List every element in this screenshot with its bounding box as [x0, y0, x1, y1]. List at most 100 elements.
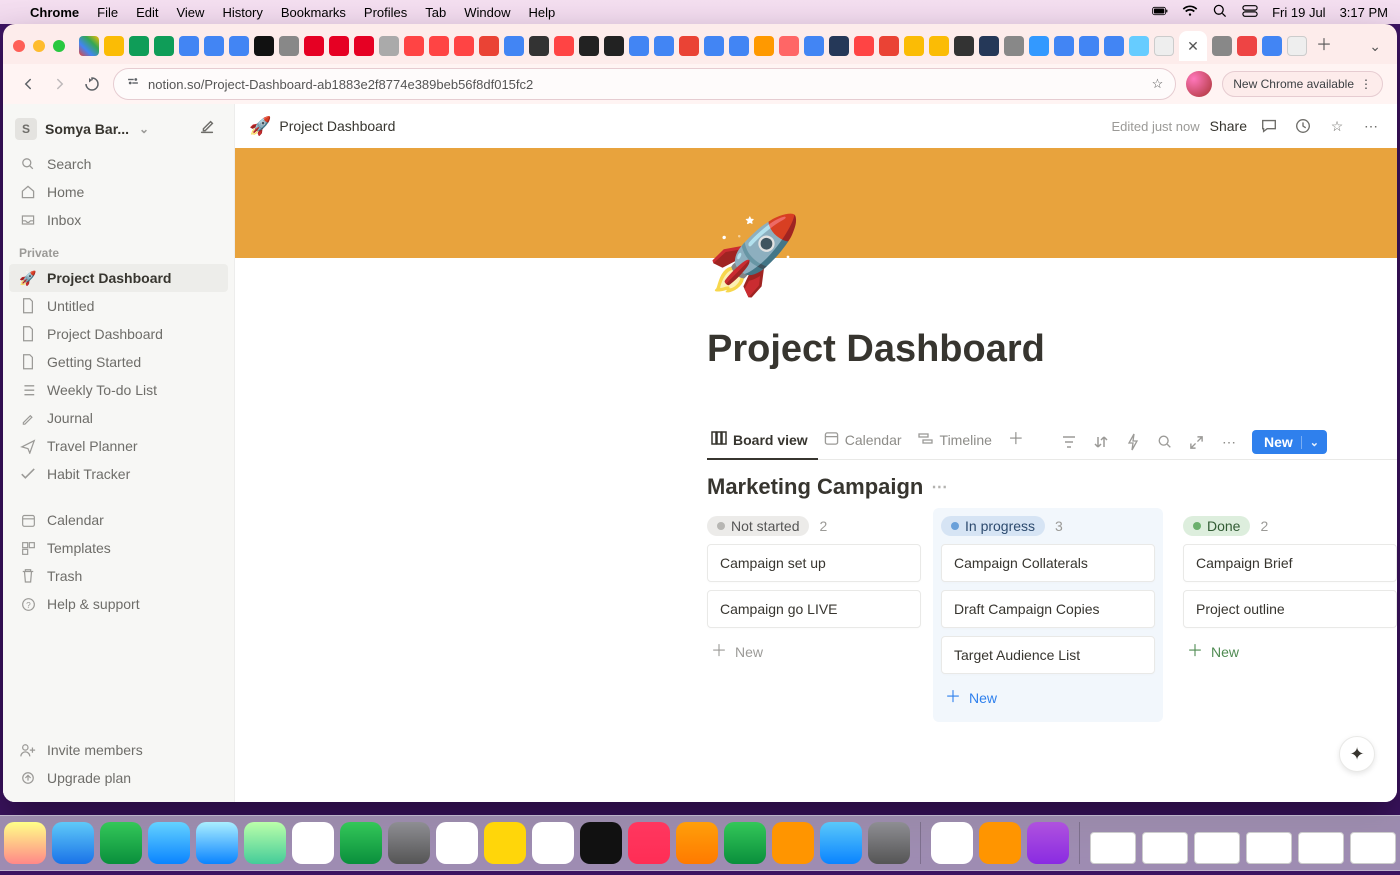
tab-favicon[interactable]: [104, 36, 124, 56]
tab-favicon[interactable]: [1212, 36, 1232, 56]
wifi-icon[interactable]: [1182, 3, 1198, 22]
chrome-update-button[interactable]: New Chrome available ⋮: [1222, 71, 1383, 97]
tab-favicon[interactable]: [429, 36, 449, 56]
db-view-board[interactable]: Board view: [707, 425, 818, 460]
tab-favicon[interactable]: [854, 36, 874, 56]
sidebar-home[interactable]: Home: [9, 178, 228, 206]
comments-icon[interactable]: [1257, 114, 1281, 138]
menu-profiles[interactable]: Profiles: [364, 5, 407, 20]
dock-app-maps[interactable]: [196, 822, 238, 864]
tab-favicon[interactable]: [379, 36, 399, 56]
tab-favicon[interactable]: [779, 36, 799, 56]
tab-favicon[interactable]: [979, 36, 999, 56]
sidebar-page-weekly-todo[interactable]: Weekly To-do List: [9, 376, 228, 404]
page-cover[interactable]: 🚀: [235, 148, 1397, 258]
dock-app-music[interactable]: [628, 822, 670, 864]
tab-favicon[interactable]: [479, 36, 499, 56]
window-minimize-button[interactable]: [33, 40, 45, 52]
sort-icon[interactable]: [1092, 433, 1110, 451]
column-add-new[interactable]: ＋New: [1183, 636, 1397, 668]
dock-app-mail[interactable]: [148, 822, 190, 864]
workspace-switcher[interactable]: S Somya Bar... ⌄: [15, 118, 149, 140]
status-pill-in-progress[interactable]: In progress: [941, 516, 1045, 536]
db-new-button[interactable]: New ⌄: [1252, 430, 1327, 454]
tab-favicon[interactable]: [1029, 36, 1049, 56]
menu-file[interactable]: File: [97, 5, 118, 20]
dock-app-chrome[interactable]: [931, 822, 973, 864]
sidebar-upgrade[interactable]: Upgrade plan: [9, 764, 228, 792]
database-title[interactable]: Marketing Campaign: [707, 474, 923, 500]
dock-minimized-window[interactable]: [1090, 832, 1136, 864]
dock-app-notes[interactable]: [484, 822, 526, 864]
dock-app-settings[interactable]: [868, 822, 910, 864]
page-emoji-icon[interactable]: 🚀: [707, 210, 802, 300]
control-center-icon[interactable]: [1242, 3, 1258, 22]
board-card[interactable]: Campaign Brief: [1183, 544, 1397, 582]
tab-favicon[interactable]: [879, 36, 899, 56]
share-button[interactable]: Share: [1210, 118, 1247, 134]
sidebar-templates[interactable]: Templates: [9, 534, 228, 562]
menu-tab[interactable]: Tab: [425, 5, 446, 20]
tab-favicon[interactable]: [654, 36, 674, 56]
tab-favicon[interactable]: [1054, 36, 1074, 56]
site-info-icon[interactable]: [126, 76, 140, 93]
dock-app-tv[interactable]: [580, 822, 622, 864]
tab-favicon[interactable]: [1104, 36, 1124, 56]
updates-icon[interactable]: [1291, 114, 1315, 138]
menu-view[interactable]: View: [176, 5, 204, 20]
dock-app-contacts[interactable]: [388, 822, 430, 864]
filter-icon[interactable]: [1060, 433, 1078, 451]
dock-app-books[interactable]: [979, 822, 1021, 864]
new-page-button[interactable]: [198, 118, 220, 140]
dock-minimized-window[interactable]: [1142, 832, 1188, 864]
tab-favicon[interactable]: [1129, 36, 1149, 56]
sidebar-page-getting-started[interactable]: Getting Started: [9, 348, 228, 376]
chevron-down-icon[interactable]: ⌄: [1301, 436, 1319, 449]
tab-favicon[interactable]: [679, 36, 699, 56]
sidebar-page-project-dashboard-2[interactable]: Project Dashboard: [9, 320, 228, 348]
board-card[interactable]: Target Audience List: [941, 636, 1155, 674]
board-card[interactable]: Campaign Collaterals: [941, 544, 1155, 582]
dock-app-appstore[interactable]: [820, 822, 862, 864]
db-add-view[interactable]: ＋: [1004, 425, 1034, 459]
tab-favicon[interactable]: [1079, 36, 1099, 56]
tab-favicon[interactable]: [1154, 36, 1174, 56]
breadcrumb[interactable]: 🚀 Project Dashboard: [249, 116, 395, 137]
tab-favicon[interactable]: [604, 36, 624, 56]
search-db-icon[interactable]: [1156, 433, 1174, 451]
column-add-new[interactable]: ＋New: [941, 682, 1155, 714]
status-pill-done[interactable]: Done: [1183, 516, 1250, 536]
sidebar-page-travel-planner[interactable]: Travel Planner: [9, 432, 228, 460]
more-icon[interactable]: ⋯: [1359, 114, 1383, 138]
new-tab-button[interactable]: ＋: [1312, 38, 1336, 54]
sidebar-inbox[interactable]: Inbox: [9, 206, 228, 234]
automation-icon[interactable]: [1124, 433, 1142, 451]
tab-favicon[interactable]: [704, 36, 724, 56]
ai-fab-button[interactable]: ✦: [1339, 736, 1375, 772]
tab-favicon[interactable]: [929, 36, 949, 56]
dock-app-pages[interactable]: [772, 822, 814, 864]
tab-favicon[interactable]: [1004, 36, 1024, 56]
forward-button[interactable]: [49, 73, 71, 95]
back-button[interactable]: [17, 73, 39, 95]
dock-app-numbers[interactable]: [724, 822, 766, 864]
dock-app-launchpad[interactable]: [4, 822, 46, 864]
dock-app-photos[interactable]: [244, 822, 286, 864]
reload-button[interactable]: [81, 73, 103, 95]
tab-favicon[interactable]: [729, 36, 749, 56]
tab-favicon[interactable]: [329, 36, 349, 56]
menu-window[interactable]: Window: [464, 5, 510, 20]
menubar-date[interactable]: Fri 19 Jul: [1272, 5, 1325, 20]
board-card[interactable]: Campaign go LIVE: [707, 590, 921, 628]
sidebar-page-project-dashboard[interactable]: 🚀Project Dashboard: [9, 264, 228, 292]
dock-minimized-window[interactable]: [1350, 832, 1396, 864]
tab-favicon[interactable]: [1237, 36, 1257, 56]
tab-favicon[interactable]: [154, 36, 174, 56]
tab-favicon[interactable]: [304, 36, 324, 56]
tab-favicon[interactable]: [1262, 36, 1282, 56]
db-more-icon[interactable]: ⋯: [1220, 433, 1238, 451]
menu-bookmarks[interactable]: Bookmarks: [281, 5, 346, 20]
dock-minimized-window[interactable]: [1194, 832, 1240, 864]
dock-app-facetime[interactable]: [340, 822, 382, 864]
board-card[interactable]: Project outline: [1183, 590, 1397, 628]
